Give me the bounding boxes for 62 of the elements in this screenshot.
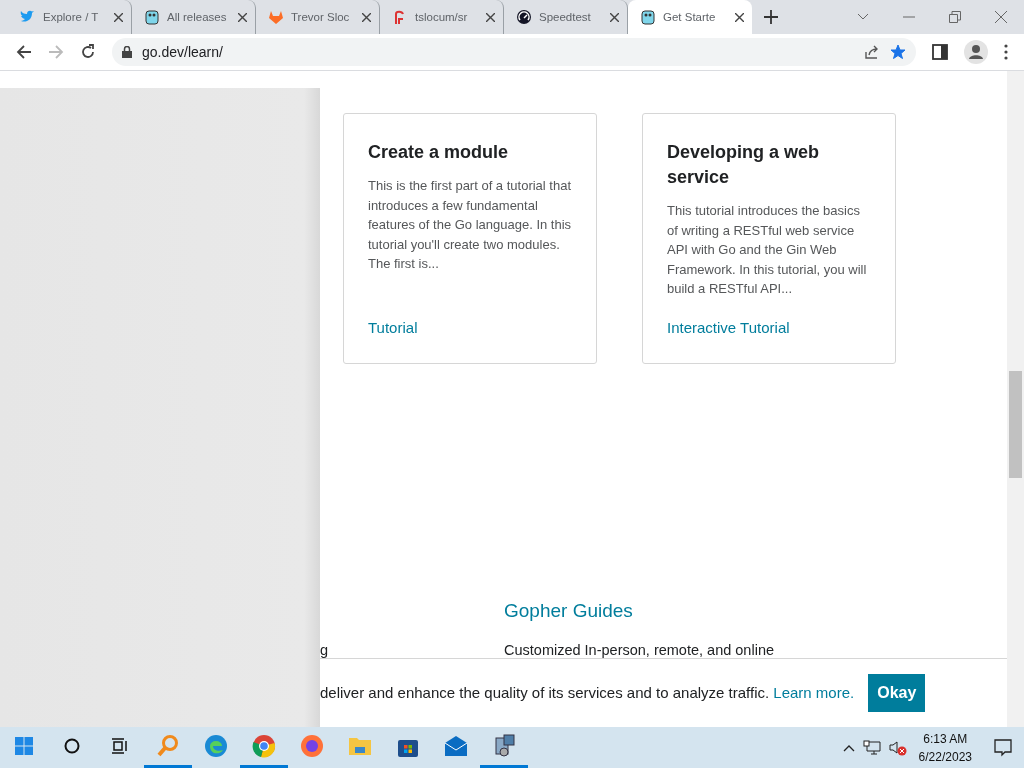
gauge-icon: [516, 9, 532, 25]
network-icon[interactable]: [862, 739, 881, 756]
lock-icon: [122, 46, 132, 58]
table-cell-text: Customized In-person, remote, and online: [504, 641, 775, 658]
learn-more-link[interactable]: Learn more.: [773, 684, 855, 702]
browser-tab[interactable]: Trevor Sloc: [256, 0, 380, 34]
table-cell-text: g: [320, 641, 330, 658]
mail-icon[interactable]: [444, 734, 468, 758]
browser-tab[interactable]: All releases: [132, 0, 256, 34]
tab-title: Get Starte: [663, 11, 717, 23]
close-icon[interactable]: [114, 12, 123, 22]
reload-icon[interactable]: [80, 44, 96, 60]
tab-title: tslocum/sr: [415, 11, 469, 23]
card-title: Developing a web service: [667, 141, 821, 189]
browser-tab[interactable]: Explore / T: [8, 0, 132, 34]
close-icon[interactable]: [735, 12, 744, 22]
scrollbar[interactable]: [1007, 71, 1024, 727]
browser-tab[interactable]: tslocum/sr: [380, 0, 504, 34]
chevron-down-icon[interactable]: [857, 13, 869, 21]
tab-title: Trevor Sloc: [291, 11, 351, 23]
tab-title: Speedtest: [539, 11, 592, 23]
tab-title: All releases: [167, 11, 228, 23]
side-panel-icon[interactable]: [932, 44, 948, 60]
card-description: This is the first part of a tutorial that introduces a few fundamental features of the Go language. In this tutorial you'll create two modules. The first is...: [368, 177, 572, 273]
back-icon[interactable]: [16, 44, 32, 60]
installer-icon[interactable]: [492, 734, 516, 758]
start-icon[interactable]: [15, 737, 33, 755]
bird-icon: [20, 9, 36, 25]
browser-tab[interactable]: Get Starte: [628, 0, 752, 34]
close-icon[interactable]: [486, 12, 495, 22]
section-heading: Gopher Guides: [504, 599, 634, 622]
card-title: Create a module: [368, 141, 510, 164]
task-view-icon[interactable]: [111, 738, 129, 754]
tab-title: Explore / T: [43, 11, 100, 23]
more-icon[interactable]: [1004, 44, 1008, 60]
notification-icon[interactable]: [994, 738, 1012, 757]
share-icon[interactable]: [864, 44, 880, 60]
close-icon[interactable]: [238, 12, 247, 22]
profile-icon[interactable]: [964, 40, 988, 64]
edge-icon[interactable]: [204, 734, 228, 758]
time-text: 6:13 AM: [923, 730, 968, 748]
card-description: This tutorial introduces the basics of writing a RESTful web service API with Go and the Gin Web Framework. In this tutorial, you will build a RESTful API...: [667, 202, 868, 298]
card-link[interactable]: Tutorial: [368, 319, 418, 336]
close-icon[interactable]: [362, 12, 371, 22]
okay-button[interactable]: Okay: [868, 673, 926, 712]
search-icon[interactable]: [64, 738, 80, 754]
clock[interactable]: 6:13 AM 6/22/2023: [918, 729, 972, 766]
close-icon[interactable]: [610, 12, 619, 22]
chevron-up-icon[interactable]: [842, 743, 855, 752]
chrome-icon[interactable]: [252, 734, 276, 758]
new-tab-icon[interactable]: [764, 10, 778, 24]
restore-icon[interactable]: [949, 11, 961, 23]
fox-icon: [268, 9, 284, 25]
address-bar[interactable]: go.dev/learn/: [112, 38, 916, 66]
muted-speaker-icon[interactable]: [888, 739, 907, 756]
card-link[interactable]: Interactive Tutorial: [667, 319, 790, 336]
star-icon[interactable]: [890, 44, 906, 60]
gopher-icon: [640, 9, 656, 25]
date-text: 6/22/2023: [918, 748, 972, 766]
close-icon[interactable]: [995, 11, 1007, 23]
gopher-icon: [144, 9, 160, 25]
cookie-text: deliver and enhance the quality of its services and to analyze traffic. Learn more.: [320, 684, 855, 702]
